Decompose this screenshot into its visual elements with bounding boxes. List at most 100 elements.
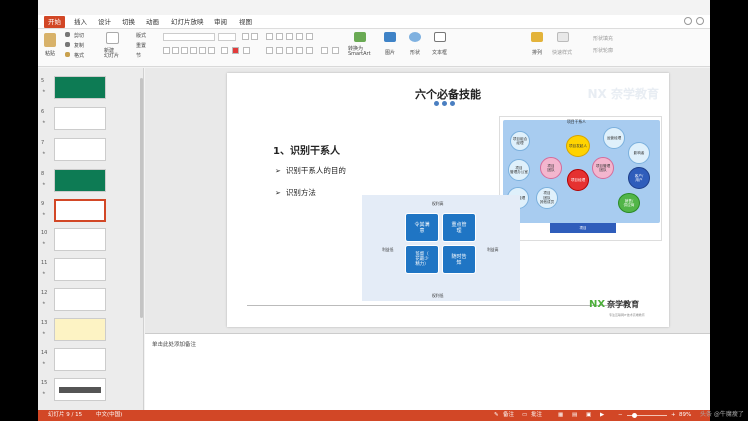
thumbnail-row[interactable]: 8 ★	[38, 169, 138, 195]
comments-icon[interactable]: ▭	[522, 410, 527, 421]
thumbnail-row-selected[interactable]: 9 ★	[38, 199, 138, 225]
tab-insert[interactable]: 插入	[70, 16, 91, 28]
copy-button[interactable]: 复制	[74, 42, 84, 49]
quick-styles-button[interactable]: 快速样式	[552, 49, 572, 56]
thumbnail-row[interactable]: 5 ★	[38, 76, 138, 102]
notes-placeholder[interactable]: 单击此处添加备注	[152, 340, 196, 348]
tab-view[interactable]: 视图	[235, 16, 256, 28]
slideshow-icon[interactable]: ▶	[600, 410, 604, 421]
align-center-button[interactable]	[276, 47, 283, 54]
slide-thumbnail[interactable]	[54, 378, 106, 401]
subscript-button[interactable]	[208, 47, 215, 54]
slide-canvas[interactable]: NX 奈学教育 六个必备技能 1、识别干系人 ➢ 识别干系人的目的 ➢ 识别方法 项…	[227, 73, 669, 327]
font-size-select[interactable]	[218, 33, 236, 41]
zoom-out-icon[interactable]: −	[618, 410, 623, 421]
notes-toggle-icon[interactable]: ✎	[494, 410, 499, 421]
numbering-button[interactable]	[276, 33, 283, 40]
justify-button[interactable]	[296, 47, 303, 54]
bullets-button[interactable]	[266, 33, 273, 40]
line-spacing-button[interactable]	[306, 33, 313, 40]
clear-format-button[interactable]	[243, 47, 250, 54]
textbox-icon[interactable]	[434, 32, 446, 42]
slide-thumbnail-pane[interactable]: 5 ★ 6 ★ 7 ★ 8 ★ 9 ★ 10 ★ 11 ★ 12 ★ 13 ★ …	[38, 68, 144, 410]
notes-toggle-button[interactable]: 备注	[503, 410, 514, 421]
language-indicator[interactable]: 中文(中国)	[96, 410, 122, 421]
text-direction-button[interactable]	[321, 47, 328, 54]
text-highlight-button[interactable]	[221, 47, 228, 54]
comments-button[interactable]: 批注	[531, 410, 542, 421]
bold-button[interactable]	[163, 47, 170, 54]
thumbnail-row[interactable]: 7 ★	[38, 138, 138, 164]
format-painter-button[interactable]: 格式	[74, 52, 84, 59]
slide-thumbnail[interactable]	[54, 318, 106, 341]
align-right-button[interactable]	[286, 47, 293, 54]
underline-button[interactable]	[181, 47, 188, 54]
section-button[interactable]: 节	[136, 52, 141, 59]
superscript-button[interactable]	[199, 47, 206, 54]
tab-transitions[interactable]: 切换	[118, 16, 139, 28]
copy-icon[interactable]	[65, 42, 70, 47]
tab-slideshow[interactable]: 幻灯片放映	[167, 16, 208, 28]
layout-button[interactable]: 版式	[136, 32, 146, 39]
arrange-button[interactable]: 排列	[532, 49, 542, 56]
tab-review[interactable]: 审阅	[210, 16, 231, 28]
picture-button[interactable]: 图片	[385, 49, 395, 56]
cut-button[interactable]: 剪切	[74, 32, 84, 39]
arrange-icon[interactable]	[531, 32, 543, 42]
picture-icon[interactable]	[384, 32, 396, 42]
slide-thumbnail[interactable]	[54, 288, 106, 311]
columns-button[interactable]	[306, 47, 313, 54]
shrink-font-button[interactable]	[251, 33, 258, 40]
format-painter-icon[interactable]	[65, 52, 70, 57]
thumbnail-scrollbar[interactable]	[140, 78, 143, 318]
textbox-button[interactable]: 文本框	[432, 49, 447, 56]
tab-animations[interactable]: 动画	[142, 16, 163, 28]
thumbnail-row[interactable]: 11 ★	[38, 258, 138, 284]
slide-sorter-icon[interactable]: ▤	[572, 410, 577, 421]
slide-thumbnail[interactable]	[54, 258, 106, 281]
cut-icon[interactable]	[65, 32, 70, 37]
thumbnail-row[interactable]: 15 ★	[38, 378, 138, 404]
strikethrough-button[interactable]	[190, 47, 197, 54]
font-color-button[interactable]	[232, 47, 239, 54]
zoom-slider-handle[interactable]	[632, 413, 637, 418]
slide-thumbnail[interactable]	[54, 228, 106, 251]
slide-thumbnail[interactable]	[54, 348, 106, 371]
decrease-indent-button[interactable]	[286, 33, 293, 40]
normal-view-icon[interactable]: ▦	[558, 410, 563, 421]
shape-icon[interactable]	[409, 32, 421, 42]
grow-font-button[interactable]	[242, 33, 249, 40]
power-interest-grid[interactable]: 权利高 权利低 利益低 利益高 令其满 意 重点管 理 监督（ 花最少 精力） …	[362, 195, 520, 301]
thumbnail-row[interactable]: 14 ★	[38, 348, 138, 374]
zoom-level[interactable]: 89%	[679, 410, 691, 421]
slide-thumbnail[interactable]	[54, 107, 106, 130]
convert-smartart-button[interactable]: 转换为 SmartArt	[348, 47, 371, 57]
notes-pane[interactable]: 单击此处添加备注	[145, 333, 710, 410]
align-left-button[interactable]	[266, 47, 273, 54]
slide-heading[interactable]: 1、识别干系人	[273, 142, 340, 157]
slide-thumbnail[interactable]	[54, 169, 106, 192]
slide-thumbnail[interactable]	[54, 76, 106, 99]
smartart-icon[interactable]	[354, 32, 366, 42]
share-icon[interactable]	[684, 17, 692, 25]
paste-icon[interactable]	[44, 33, 56, 47]
thumbnail-row[interactable]: 10 ★	[38, 228, 138, 254]
new-slide-icon[interactable]	[106, 32, 119, 44]
collapse-ribbon-icon[interactable]	[696, 17, 704, 25]
bullet-item[interactable]: ➢ 识别干系人的目的	[275, 165, 346, 176]
thumbnail-row[interactable]: 12 ★	[38, 288, 138, 314]
shape-outline-button[interactable]: 形状轮廓	[593, 47, 613, 54]
new-slide-button[interactable]: 新建 幻灯片	[104, 49, 119, 59]
bullet-item[interactable]: ➢ 识别方法	[275, 187, 316, 198]
reading-view-icon[interactable]: ▣	[586, 410, 591, 421]
align-text-button[interactable]	[332, 47, 339, 54]
shape-button[interactable]: 形状	[410, 49, 420, 56]
slide-title[interactable]: 六个必备技能	[227, 86, 669, 102]
thumbnail-row[interactable]: 13 ★	[38, 318, 138, 344]
zoom-in-icon[interactable]: +	[671, 410, 676, 421]
shape-fill-button[interactable]: 形状填充	[593, 35, 613, 42]
quick-styles-icon[interactable]	[557, 32, 569, 42]
reset-button[interactable]: 重置	[136, 42, 146, 49]
slide-thumbnail-selected[interactable]	[54, 199, 106, 222]
stakeholder-diagram[interactable]: 项目干系人 项目组合 经理 运营经理 影响者 项目发起人 项目 团队 项目 管理…	[499, 116, 662, 241]
